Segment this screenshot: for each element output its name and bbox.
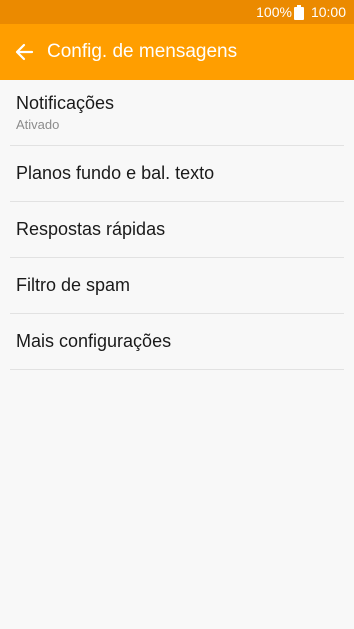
- settings-item-label: Planos fundo e bal. texto: [16, 163, 215, 183]
- settings-item-filtro-spam[interactable]: Filtro de spam: [10, 258, 344, 314]
- settings-item-label: Respostas rápidas: [16, 219, 166, 239]
- settings-item-notificacoes[interactable]: Notificações Ativado: [10, 80, 344, 146]
- back-button[interactable]: [0, 24, 48, 80]
- status-bar: 100% 10:00: [0, 0, 354, 24]
- status-time: 10:00: [310, 4, 346, 20]
- settings-item-respostas-rapidas[interactable]: Respostas rápidas: [10, 202, 344, 258]
- app-bar: Config. de mensagens: [0, 24, 354, 80]
- battery-percent: 100%: [256, 4, 292, 20]
- settings-list: Notificações Ativado Planos fundo e bal.…: [0, 80, 354, 370]
- arrow-left-icon: [15, 43, 34, 61]
- settings-item-label: Notificações: [16, 93, 115, 113]
- settings-item-subtitle: Ativado: [16, 117, 60, 132]
- battery-full-icon: [293, 4, 304, 20]
- page-title: Config. de mensagens: [47, 41, 238, 62]
- settings-item-label: Mais configurações: [16, 331, 172, 351]
- settings-item-planos-fundo[interactable]: Planos fundo e bal. texto: [10, 146, 344, 202]
- settings-item-mais-configuracoes[interactable]: Mais configurações: [10, 314, 344, 370]
- settings-item-label: Filtro de spam: [16, 275, 131, 295]
